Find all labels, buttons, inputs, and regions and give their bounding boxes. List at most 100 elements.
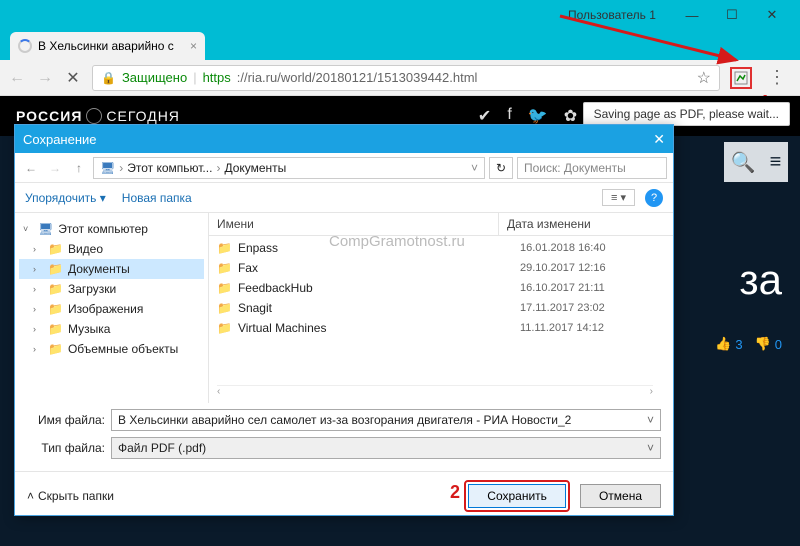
close-button[interactable]: ✕ — [752, 1, 792, 29]
chevron-down-icon[interactable]: ˅ — [23, 224, 33, 234]
refresh-button[interactable]: ↻ — [489, 157, 513, 179]
chevron-right-icon[interactable]: › — [33, 304, 43, 314]
chevron-right-icon[interactable]: › — [33, 284, 43, 294]
dislike-count: 0 — [775, 337, 782, 352]
like-button[interactable]: 👍 3 — [715, 336, 742, 352]
pdf-icon — [734, 71, 748, 85]
extension-tooltip: Saving page as PDF, please wait... — [583, 102, 790, 126]
ok-icon[interactable]: ✿ — [564, 106, 577, 126]
breadcrumb-current[interactable]: Документы — [224, 161, 286, 175]
list-item[interactable]: 📁Fax29.10.2017 12:16 — [209, 258, 673, 278]
save-button[interactable]: Сохранить — [468, 484, 566, 508]
tree-item-downloads[interactable]: ›📁Загрузки — [19, 279, 204, 299]
tree-label: Музыка — [68, 322, 110, 336]
hide-folders-toggle[interactable]: ˄ Скрыть папки — [27, 489, 114, 503]
column-name[interactable]: Имени — [209, 213, 499, 235]
twitter-icon[interactable]: 🐦 — [528, 106, 548, 126]
file-pane: CompGramotnost.ru Имени Дата изменени 📁E… — [209, 213, 673, 403]
facebook-icon[interactable]: f — [507, 106, 511, 126]
help-button[interactable]: ? — [645, 189, 663, 207]
chevron-right-icon[interactable]: › — [33, 344, 43, 354]
chevron-down-icon[interactable]: ˅ — [471, 161, 478, 175]
cancel-button[interactable]: Отмена — [580, 484, 661, 508]
lock-icon: 🔒 — [101, 71, 116, 85]
pdf-extension-button[interactable] — [730, 67, 752, 89]
file-date: 29.10.2017 12:16 — [520, 262, 606, 274]
view-mode-button[interactable]: ≡ ▾ — [602, 189, 635, 206]
organize-menu[interactable]: Упорядочить ▾ — [25, 191, 106, 205]
forward-button[interactable]: → — [36, 69, 54, 87]
file-date: 16.10.2017 21:11 — [520, 282, 605, 294]
chevron-up-icon: ˄ — [27, 489, 34, 503]
secure-label: Защищено — [122, 70, 187, 85]
logo-text-right: СЕГОДНЯ — [106, 108, 180, 124]
dialog-fields: Имя файла: В Хельсинки аварийно сел само… — [15, 403, 673, 471]
list-item[interactable]: 📁FeedbackHub16.10.2017 21:11 — [209, 278, 673, 298]
nav-back-button[interactable]: ← — [21, 161, 41, 175]
window-titlebar: Пользователь 1 — ☐ ✕ — [0, 0, 800, 30]
nav-up-button[interactable]: ↑ — [69, 161, 89, 175]
nav-forward-button[interactable]: → — [45, 161, 65, 175]
tree-item-3d[interactable]: ›📁Объемные объекты — [19, 339, 204, 359]
headline-fragment: за — [739, 256, 782, 304]
file-name: Enpass — [238, 241, 514, 255]
folder-icon: 📁 — [217, 301, 232, 315]
omnibox[interactable]: 🔒 Защищено | https://ria.ru/world/201801… — [92, 65, 720, 91]
annotation-number-2: 2 — [450, 482, 460, 503]
maximize-button[interactable]: ☐ — [712, 1, 752, 29]
vk-icon[interactable]: ✔ — [478, 106, 491, 126]
dialog-body: ˅ 🖥 Этот компьютер ›📁Видео ›📁Документы ›… — [15, 213, 673, 403]
chevron-right-icon[interactable]: › — [33, 244, 43, 254]
new-folder-button[interactable]: Новая папка — [122, 191, 192, 205]
tab-title: В Хельсинки аварийно с — [38, 39, 174, 53]
chevron-right-icon[interactable]: › — [33, 324, 43, 334]
filetype-value: Файл PDF (.pdf) — [118, 441, 206, 455]
tree-label: Документы — [68, 262, 130, 276]
dialog-title: Сохранение — [23, 132, 97, 147]
filename-value: В Хельсинки аварийно сел самолет из-за в… — [118, 413, 647, 427]
tree-root[interactable]: ˅ 🖥 Этот компьютер — [19, 219, 204, 239]
chevron-down-icon[interactable]: ˅ — [647, 413, 654, 427]
search-input[interactable]: Поиск: Документы — [517, 157, 667, 179]
user-label: Пользователь 1 — [568, 8, 656, 22]
folder-icon: 📁 — [48, 242, 63, 256]
chevron-right-icon[interactable]: › — [33, 264, 43, 274]
hide-folders-label: Скрыть папки — [38, 489, 114, 503]
file-date: 16.01.2018 16:40 — [520, 242, 606, 254]
filetype-label: Тип файла: — [27, 441, 105, 455]
search-icon[interactable]: 🔍 — [731, 150, 756, 175]
tree-item-images[interactable]: ›📁Изображения — [19, 299, 204, 319]
file-name: Fax — [238, 261, 514, 275]
tree-label: Видео — [68, 242, 103, 256]
tree-item-music[interactable]: ›📁Музыка — [19, 319, 204, 339]
site-logo[interactable]: РОССИЯ СЕГОДНЯ — [16, 108, 180, 124]
tab-close-icon[interactable]: × — [190, 39, 197, 53]
browser-menu-button[interactable]: ⋮ — [762, 67, 792, 88]
back-button[interactable]: ← — [8, 69, 26, 87]
column-date[interactable]: Дата изменени — [499, 213, 673, 235]
bookmark-star-icon[interactable]: ☆ — [697, 68, 711, 88]
pc-icon: 🖥 — [38, 222, 53, 236]
dialog-close-button[interactable]: ✕ — [653, 131, 665, 148]
folder-icon: 📁 — [48, 282, 63, 296]
filetype-dropdown[interactable]: Файл PDF (.pdf) ˅ — [111, 437, 661, 459]
folder-icon: 📁 — [217, 321, 232, 335]
dislike-button[interactable]: 👎 0 — [755, 336, 782, 352]
minimize-button[interactable]: — — [672, 1, 712, 29]
list-item[interactable]: 📁Enpass16.01.2018 16:40 — [209, 238, 673, 258]
browser-tab[interactable]: В Хельсинки аварийно с × — [10, 32, 205, 60]
tree-item-video[interactable]: › 📁 Видео — [19, 239, 204, 259]
tree-root-label: Этот компьютер — [58, 222, 148, 236]
save-button-highlight: Сохранить — [464, 480, 570, 512]
tree-item-documents[interactable]: ›📁Документы — [19, 259, 204, 279]
filename-input[interactable]: В Хельсинки аварийно сел самолет из-за в… — [111, 409, 661, 431]
file-name: FeedbackHub — [238, 281, 514, 295]
chevron-down-icon[interactable]: ˅ — [647, 441, 654, 455]
stop-button[interactable]: ✕ — [64, 69, 82, 87]
horizontal-scrollbar[interactable]: ‹› — [217, 385, 653, 399]
breadcrumb-root[interactable]: Этот компьют... — [127, 161, 212, 175]
list-item[interactable]: 📁Snagit17.11.2017 23:02 — [209, 298, 673, 318]
list-item[interactable]: 📁Virtual Machines11.11.2017 14:12 — [209, 318, 673, 338]
breadcrumb-path[interactable]: 🖥 › Этот компьют... › Документы ˅ — [93, 157, 485, 179]
menu-icon[interactable]: ≡ — [770, 151, 782, 174]
